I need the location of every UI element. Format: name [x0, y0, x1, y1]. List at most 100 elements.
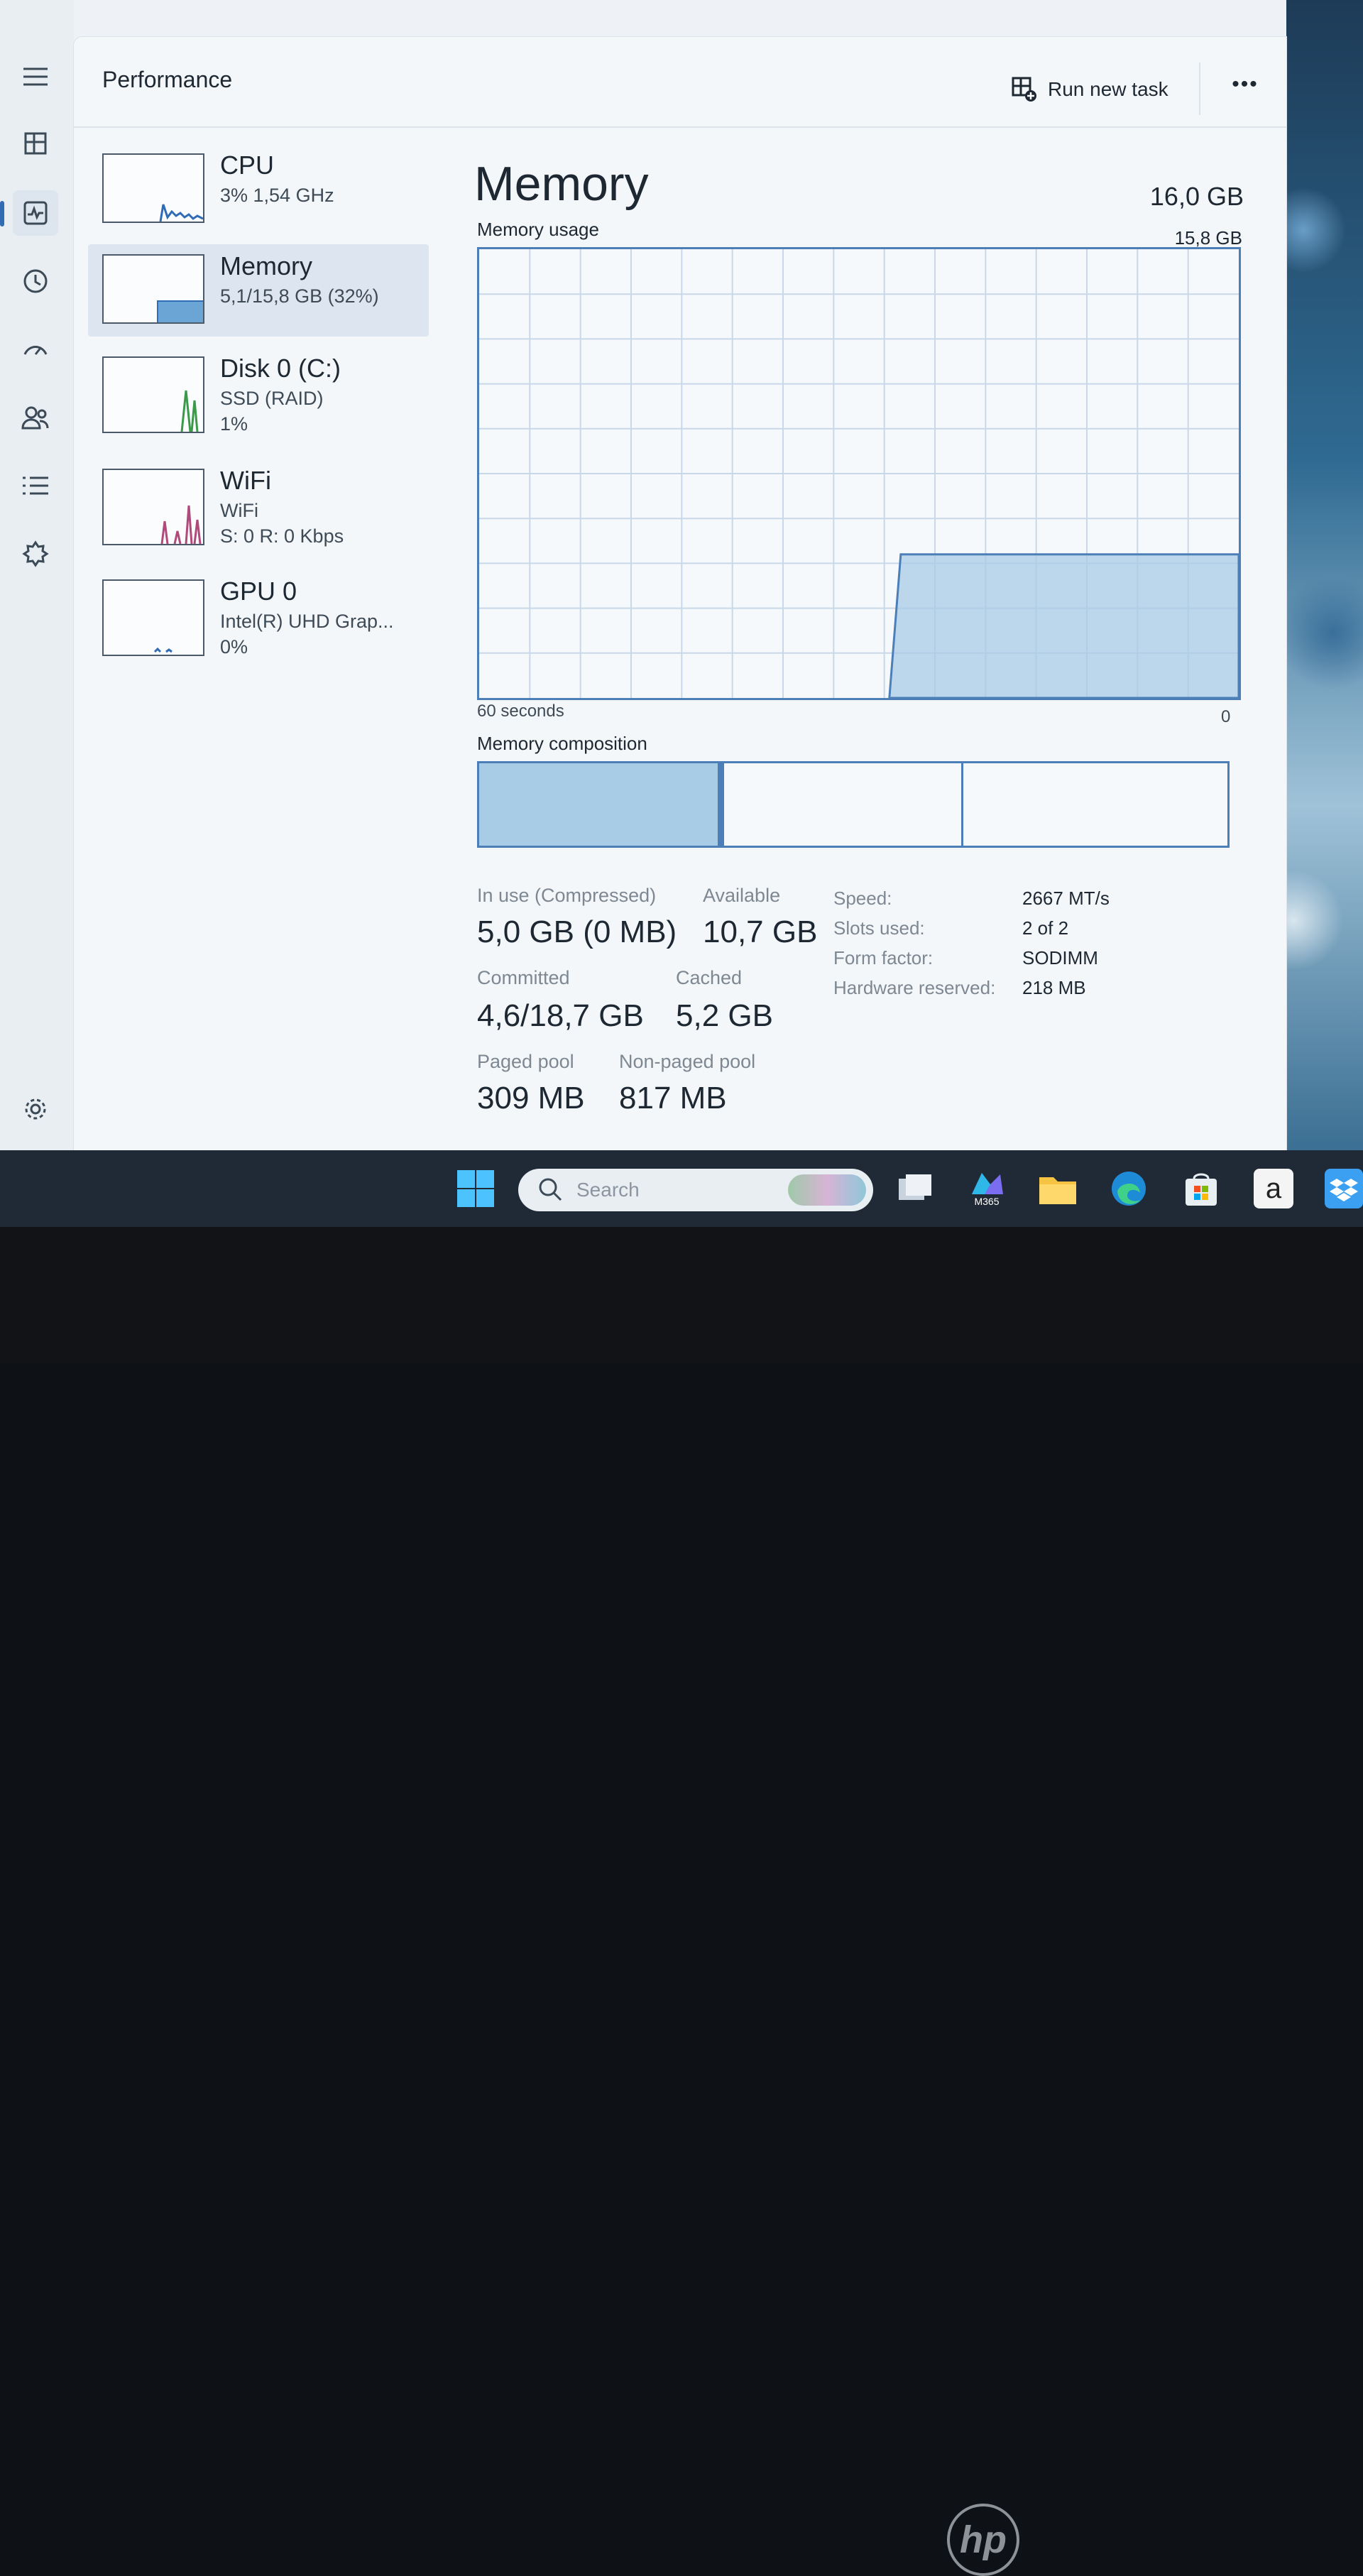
memory-total: 16,0 GB: [1149, 182, 1244, 211]
non-paged-pool-label: Non-paged pool: [619, 1051, 756, 1072]
more-options-button[interactable]: •••: [1222, 72, 1268, 107]
hardware-reserved-label: Hardware reserved:: [833, 977, 996, 998]
slots-used-label: Slots used:: [833, 917, 925, 939]
start-button[interactable]: [456, 1169, 496, 1208]
nav-details[interactable]: [13, 463, 58, 508]
non-paged-pool-value: 817 MB: [619, 1081, 727, 1115]
page-header: Performance Run new task •••: [74, 37, 1286, 128]
resource-detail: WiFi: [220, 500, 258, 521]
m365-label: M365: [974, 1196, 1000, 1207]
menu-icon: [23, 67, 48, 86]
run-new-task-label: Run new task: [1048, 78, 1168, 100]
search-placeholder: Search: [576, 1179, 640, 1201]
nav-selection-indicator: [0, 201, 4, 227]
hamburger-menu-button[interactable]: [13, 54, 58, 99]
details-icon: [23, 476, 48, 495]
memory-usage-area: [888, 553, 1240, 699]
nav-services[interactable]: [13, 531, 58, 577]
header-divider: [1199, 62, 1200, 115]
cpu-thumbnail-graph: [102, 153, 204, 223]
file-explorer-button[interactable]: [1038, 1169, 1078, 1208]
store-icon: [1186, 1173, 1217, 1206]
composition-free: [963, 763, 1227, 846]
graph-axis-end: 0: [1221, 707, 1231, 726]
paged-pool-value: 309 MB: [477, 1081, 585, 1115]
composition-in-use: [479, 763, 720, 846]
gpu-thumbnail-graph: [102, 579, 204, 656]
resource-name: CPU: [220, 151, 275, 180]
available-label: Available: [703, 885, 781, 906]
nav-app-history[interactable]: [13, 258, 58, 304]
in-use-label: In use (Compressed): [477, 885, 657, 906]
slots-used-value: 2 of 2: [1022, 917, 1069, 939]
dropbox-icon: [1330, 1179, 1358, 1201]
hp-logo: hp: [947, 2504, 1019, 2576]
microsoft-store-button[interactable]: [1181, 1169, 1221, 1208]
resource-item-cpu[interactable]: CPU 3% 1,54 GHz: [88, 143, 429, 236]
resource-detail: S: 0 R: 0 Kbps: [220, 525, 344, 547]
resource-item-disk[interactable]: Disk 0 (C:) SSD (RAID) 1%: [88, 346, 429, 439]
settings-icon: [25, 1098, 46, 1120]
composition-standby: [724, 763, 963, 846]
memory-usage-max: 15,8 GB: [1174, 227, 1242, 249]
committed-label: Committed: [477, 967, 570, 988]
detail-title: Memory: [474, 157, 649, 211]
hardware-reserved-value: 218 MB: [1022, 977, 1086, 998]
form-factor-value: SODIMM: [1022, 947, 1098, 968]
nav-performance[interactable]: [13, 190, 58, 236]
page-title: Performance: [102, 67, 233, 92]
memory-usage-graph: [477, 247, 1241, 700]
amazon-app-button[interactable]: a: [1254, 1169, 1293, 1208]
speed-value: 2667 MT/s: [1022, 888, 1110, 909]
performance-panel: Performance Run new task ••• CPU 3% 1,54…: [74, 37, 1286, 1150]
edge-browser-button[interactable]: [1109, 1169, 1149, 1208]
memory-usage-plot: [479, 249, 1240, 699]
resource-item-gpu[interactable]: GPU 0 Intel(R) UHD Grap... 0%: [88, 569, 429, 662]
form-factor-label: Form factor:: [833, 947, 934, 968]
task-manager-window: Performance Run new task ••• CPU 3% 1,54…: [0, 0, 1286, 1150]
resource-detail: Intel(R) UHD Grap...: [220, 611, 394, 632]
run-task-icon: [1012, 77, 1036, 102]
resource-name: GPU 0: [220, 577, 297, 606]
services-icon: [22, 540, 49, 567]
resource-item-wifi[interactable]: WiFi WiFi S: 0 R: 0 Kbps: [88, 459, 429, 551]
run-new-task-button[interactable]: Run new task: [1011, 72, 1168, 107]
committed-value: 4,6/18,7 GB: [477, 998, 644, 1033]
edge-icon: [1112, 1172, 1146, 1206]
app-history-icon: [23, 269, 48, 293]
m365-app-button[interactable]: M365: [967, 1169, 1007, 1208]
nav-processes[interactable]: [13, 121, 58, 166]
in-use-value: 5,0 GB (0 MB): [477, 915, 677, 949]
task-view-icon: [899, 1174, 931, 1200]
resource-item-memory[interactable]: Memory 5,1/15,8 GB (32%): [88, 244, 429, 337]
nav-startup-apps[interactable]: [13, 327, 58, 372]
amazon-label: a: [1265, 1172, 1282, 1204]
memory-composition-bar: [477, 761, 1230, 848]
task-view-button[interactable]: [894, 1169, 934, 1208]
cached-label: Cached: [676, 967, 743, 988]
taskbar-search-box[interactable]: Search: [518, 1169, 873, 1211]
resource-name: Disk 0 (C:): [220, 354, 341, 383]
performance-icon: [23, 201, 48, 225]
dropbox-app-button[interactable]: [1325, 1169, 1363, 1208]
taskbar: Search M365 a: [0, 1150, 1363, 1227]
speed-label: Speed:: [833, 888, 892, 909]
nav-users[interactable]: [13, 395, 58, 440]
cached-value: 5,2 GB: [676, 998, 773, 1033]
available-value: 10,7 GB: [703, 915, 818, 949]
memory-composition-label: Memory composition: [477, 733, 647, 754]
nav-settings[interactable]: [13, 1086, 58, 1132]
wifi-thumbnail-graph: [102, 469, 204, 545]
disk-thumbnail-graph: [102, 356, 204, 433]
laptop-bezel: hp: [0, 1227, 1363, 2576]
resource-detail: 0%: [220, 636, 248, 657]
users-icon: [21, 406, 49, 430]
resource-name: Memory: [220, 251, 313, 280]
memory-thumbnail-graph: [102, 254, 204, 324]
m365-icon: [972, 1173, 1003, 1194]
resource-detail: SSD (RAID): [220, 388, 324, 409]
resource-detail: 3% 1,54 GHz: [220, 185, 334, 206]
processes-icon: [24, 132, 47, 155]
windows-logo-icon: [457, 1170, 494, 1207]
resource-detail: 5,1/15,8 GB (32%): [220, 285, 379, 307]
